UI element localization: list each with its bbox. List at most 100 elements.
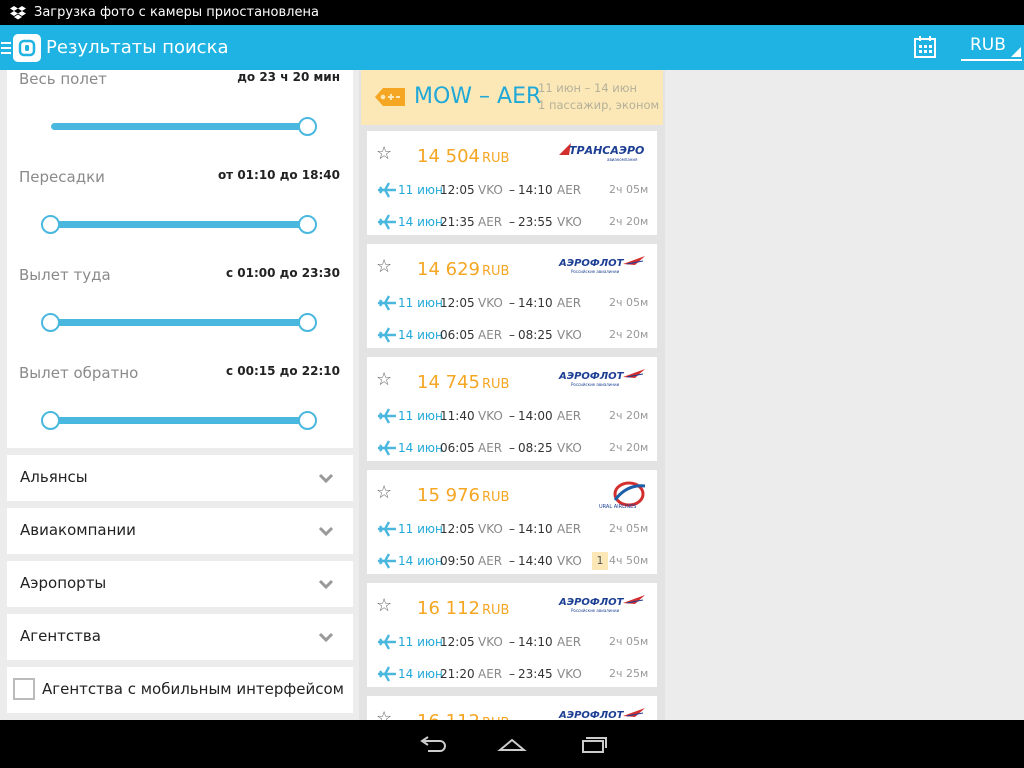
filter-label: Вылет туда: [19, 266, 111, 284]
segment-dash: –: [509, 328, 515, 342]
price-value: 16 112: [417, 598, 480, 619]
route-header: MOW – AER 11 июн – 14 июн 1 пассажир, эк…: [361, 70, 663, 125]
segment-duration: 2ч 05м: [609, 635, 649, 648]
arrival-time: 14:10: [518, 522, 553, 536]
home-icon[interactable]: [497, 732, 527, 756]
accordion-2[interactable]: Авиакомпании: [7, 508, 353, 554]
airline-logo-aeroflot: АЭРОФЛОТРоссийские авиалинии: [557, 367, 649, 389]
slider-track[interactable]: [51, 417, 308, 424]
price-currency: RUB: [481, 377, 510, 392]
departure-time: 12:05: [440, 635, 475, 649]
segment-date: 11 июн: [398, 296, 443, 310]
airline-logo-transaero: ТРАНСАЭРО авиакомпания: [557, 141, 649, 163]
accordion-3[interactable]: Аэропорты: [7, 561, 353, 607]
mobile-agencies-checkbox[interactable]: [13, 678, 35, 700]
plane-icon: [377, 408, 397, 424]
slider-handle[interactable]: [41, 411, 60, 430]
departure-time: 09:50: [440, 554, 475, 568]
arrival-time: 08:25: [518, 328, 553, 342]
slider-track[interactable]: [51, 319, 308, 326]
chevron-down-icon[interactable]: [318, 523, 334, 537]
star-icon[interactable]: ☆: [376, 143, 392, 164]
menu-icon[interactable]: [1, 41, 11, 54]
segment-duration: 2ч 25м: [609, 667, 649, 680]
chevron-down-icon[interactable]: [318, 629, 334, 643]
accordion-4[interactable]: Агентства: [7, 614, 353, 660]
segment-dash: –: [509, 183, 515, 197]
departure-airport: AER: [478, 215, 503, 229]
result-card[interactable]: ☆ 14 504 RUB ТРАНСАЭРО авиакомпания 11 июн 12:…: [367, 131, 657, 235]
departure-airport: VKO: [478, 183, 503, 197]
mobile-agencies-row[interactable]: Агентства с мобильным интерфейсом: [7, 667, 353, 713]
segment-duration: 2ч 20м: [609, 409, 649, 422]
svg-text:Российские авиалинии: Российские авиалинии: [571, 382, 620, 387]
back-icon[interactable]: [418, 732, 448, 756]
svg-text:АЭРОФЛОТ: АЭРОФЛОТ: [558, 597, 625, 608]
svg-text:АЭРОФЛОТ: АЭРОФЛОТ: [558, 258, 625, 269]
slider-handle[interactable]: [298, 117, 317, 136]
departure-time: 06:05: [440, 441, 475, 455]
plane-icon: [377, 440, 397, 456]
result-card[interactable]: ☆ 15 976 RUB URAL AIRLINES 11 июн 12:05 VKO –14…: [367, 470, 657, 574]
accordion-label: Агентства: [20, 627, 101, 645]
results-panel[interactable]: MOW – AER 11 июн – 14 июн 1 пассажир, эк…: [359, 70, 665, 720]
currency-label: RUB: [970, 35, 1006, 55]
result-card[interactable]: ☆ 16 112 RUB АЭРОФЛОТ Российские авиалинии 11…: [367, 583, 657, 687]
plane-icon: [377, 634, 397, 650]
segment-duration: 2ч 05м: [609, 183, 649, 196]
departure-airport: AER: [478, 441, 503, 455]
slider-handle[interactable]: [298, 215, 317, 234]
price: 16 112RUB: [417, 598, 509, 619]
arrival-airport: AER: [557, 522, 582, 536]
star-icon[interactable]: ☆: [376, 482, 392, 503]
slider-track[interactable]: [51, 221, 308, 228]
departure-airport: VKO: [478, 522, 503, 536]
segment-dash: –: [509, 522, 515, 536]
arrival-airport: VKO: [557, 441, 582, 455]
airline-logo-aeroflot: АЭРОФЛОТРоссийские авиалинии: [557, 593, 649, 615]
flight-segment: 14 июн 06:05 AER –08:25 VKO 2ч 20м: [367, 327, 657, 345]
segment-duration: 4ч 50м: [609, 554, 649, 567]
slider-handle[interactable]: [41, 313, 60, 332]
flight-segment: 14 июн 09:50 AER –14:40 VKO 1 4ч 50м: [367, 552, 657, 571]
slider-track[interactable]: [51, 123, 308, 130]
chevron-down-icon[interactable]: [318, 470, 334, 484]
result-card[interactable]: ☆ 16 112RUB АЭРОФЛОТРоссийские авиалинии: [367, 696, 657, 720]
price-currency: RUB: [481, 603, 510, 618]
price: 16 112RUB: [417, 711, 509, 720]
notification-text: Загрузка фото с камеры приостановлена: [34, 5, 319, 20]
calendar-icon[interactable]: [913, 35, 937, 59]
result-card[interactable]: ☆ 14 629 RUB АЭРОФЛОТ Российские авиалинии 11…: [367, 244, 657, 348]
route-passengers: 1 пассажир, эконом: [538, 98, 660, 112]
arrival-time: 14:10: [518, 183, 553, 197]
route-title: MOW – AER: [414, 84, 542, 109]
svg-text:авиакомпания: авиакомпания: [607, 157, 638, 162]
segment-date: 14 июн: [398, 441, 443, 455]
stops-badge: 1: [592, 552, 608, 570]
route-dates: 11 июн – 14 июн: [538, 81, 637, 95]
slider-handle[interactable]: [41, 215, 60, 234]
accordion-label: Альянсы: [20, 468, 88, 486]
accordion-1[interactable]: Альянсы: [7, 455, 353, 501]
accordion-label: Авиакомпании: [20, 521, 136, 539]
price-currency: RUB: [481, 264, 510, 279]
segment-date: 14 июн: [398, 667, 443, 681]
star-icon[interactable]: ☆: [376, 708, 392, 720]
arrival-airport: AER: [557, 409, 582, 423]
currency-selector[interactable]: RUB: [961, 33, 1022, 61]
slider-handle[interactable]: [298, 411, 317, 430]
flight-segment: 11 июн 12:05 VKO –14:10 AER 2ч 05м: [367, 182, 657, 200]
flight-segment: 11 июн 12:05 VKO –14:10 AER 2ч 05м: [367, 295, 657, 313]
star-icon[interactable]: ☆: [376, 369, 392, 390]
star-icon[interactable]: ☆: [376, 256, 392, 277]
result-card[interactable]: ☆ 14 745 RUB АЭРОФЛОТ Российские авиалинии 11…: [367, 357, 657, 461]
slider-handle[interactable]: [298, 313, 317, 332]
star-icon[interactable]: ☆: [376, 595, 392, 616]
segment-dash: –: [509, 296, 515, 310]
segment-duration: 2ч 20м: [609, 441, 649, 454]
chevron-down-icon[interactable]: [318, 576, 334, 590]
segment-dash: –: [509, 215, 515, 229]
app-logo[interactable]: [13, 33, 41, 62]
price-value: 14 745: [417, 372, 480, 393]
recents-icon[interactable]: [578, 732, 608, 756]
